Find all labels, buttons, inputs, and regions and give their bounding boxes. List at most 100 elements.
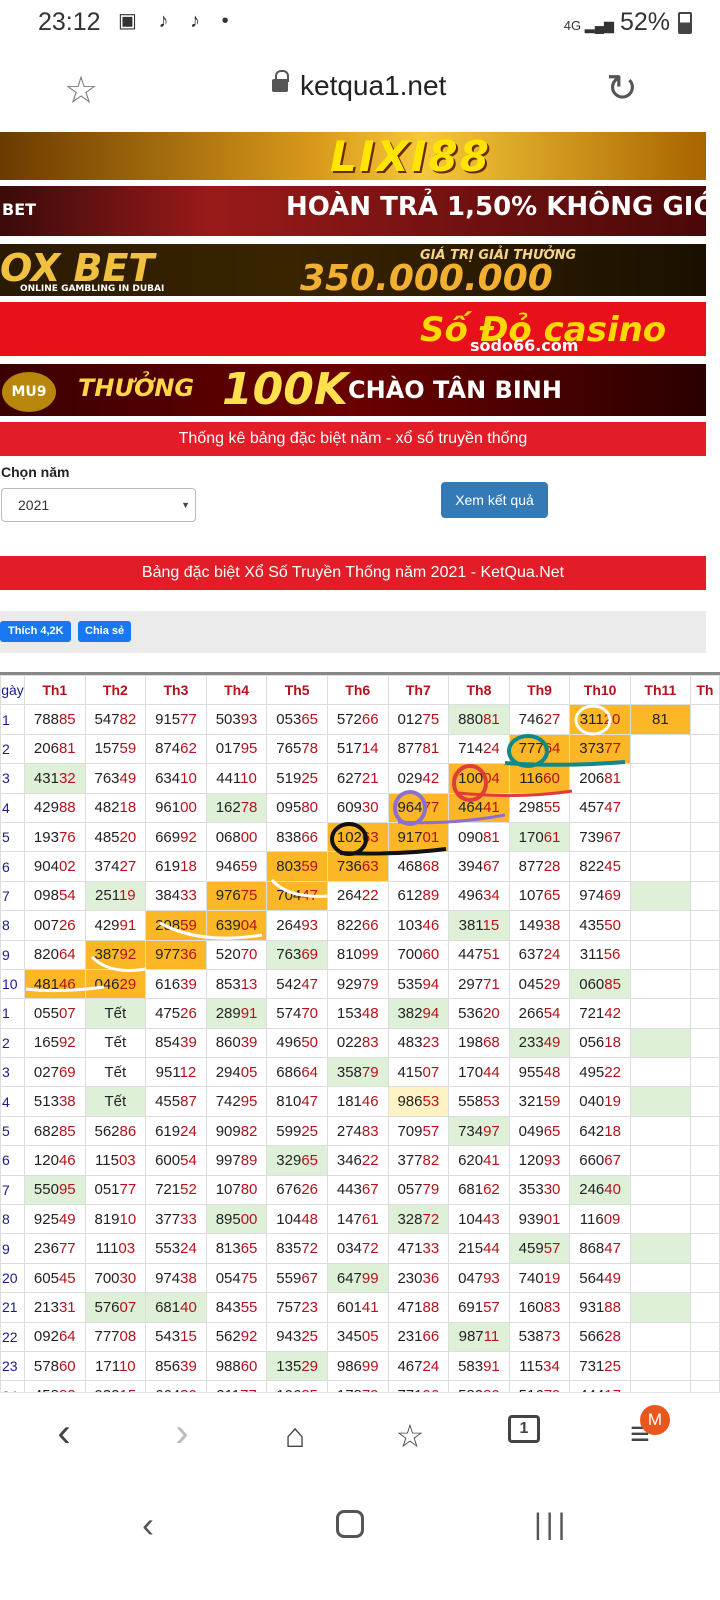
result-cell: 87728 xyxy=(508,851,571,882)
result-prefix: 459 xyxy=(518,1240,544,1258)
result-last-two: 48 xyxy=(301,1210,318,1228)
result-cell: 20681 xyxy=(23,733,86,765)
result-prefix: 092 xyxy=(33,1328,59,1346)
result-last-two: 46 xyxy=(361,1093,379,1111)
result-prefix: 819 xyxy=(94,1210,120,1228)
result-cell xyxy=(629,1057,691,1088)
fb-share-button[interactable]: Chia sẻ xyxy=(78,621,132,642)
result-last-two: 24 xyxy=(180,1240,197,1258)
result-prefix: 457 xyxy=(579,799,605,817)
result-cell: 46724 xyxy=(387,1350,450,1382)
result-last-two: 65 xyxy=(543,1122,561,1140)
result-last-two: 48 xyxy=(543,1063,561,1081)
result-last-two: 13 xyxy=(240,975,258,993)
result-last-two: 24 xyxy=(180,1122,197,1140)
result-cell: 56286 xyxy=(84,1115,147,1147)
result-cell: 57607 xyxy=(84,1292,147,1323)
table-row: 1 78885 54782 91577 50393 05365 57266 01275 8808… xyxy=(0,704,720,735)
result-last-two: 81 xyxy=(58,740,76,758)
result-cell: 54315 xyxy=(145,1321,207,1352)
home-icon[interactable]: ⌂ xyxy=(265,1417,325,1456)
result-last-two: 67 xyxy=(604,1151,621,1169)
result-last-two: 55 xyxy=(543,799,561,817)
result-prefix: 311 xyxy=(579,946,604,964)
chevron-down-icon: ▼ xyxy=(181,500,190,510)
result-cell: 81910 xyxy=(84,1204,147,1235)
result-cell: 10443 xyxy=(448,1204,510,1235)
result-cell: 66992 xyxy=(145,821,207,853)
result-cell xyxy=(629,880,691,912)
result-cell xyxy=(629,1292,691,1323)
star-icon[interactable]: ☆ xyxy=(64,68,98,113)
result-cell: 12046 xyxy=(23,1145,86,1176)
banner-lixi88[interactable]: LIXI88 xyxy=(0,132,706,180)
reload-icon[interactable]: ↻ xyxy=(606,66,638,111)
day-cell: 4 xyxy=(0,1086,25,1117)
result-cell: 46441 xyxy=(448,792,510,823)
result-last-two: 47 xyxy=(301,887,318,905)
result-cell: 11503 xyxy=(84,1145,147,1176)
banner-oxbet[interactable]: OX BET ONLINE GAMBLING IN DUBAI GIÁ TRỊ … xyxy=(0,244,706,296)
year-select[interactable]: 2021 ▼ xyxy=(1,488,196,522)
result-cell: 63904 xyxy=(205,910,268,941)
result-cell: 25119 xyxy=(84,880,147,912)
result-cell: 34622 xyxy=(326,1145,389,1176)
result-cell: 93901 xyxy=(508,1204,571,1235)
result-prefix: 854 xyxy=(155,1034,181,1052)
facebook-strip: Thích 4,2K Chia sẻ xyxy=(0,611,706,653)
day-cell: 8 xyxy=(0,910,25,941)
table-row: 20 60545 70030 97438 05475 55967 64799 23036 047… xyxy=(0,1262,720,1294)
result-cell: 38792 xyxy=(84,939,147,970)
result-cell xyxy=(689,1145,720,1176)
result-cell xyxy=(689,1380,720,1392)
result-prefix: 880 xyxy=(458,711,484,729)
result-last-two: 07 xyxy=(119,1298,137,1316)
result-last-two: 45 xyxy=(58,1269,76,1287)
result-prefix: 482 xyxy=(94,799,120,817)
result-prefix: 007 xyxy=(33,916,59,934)
fb-like-button[interactable]: Thích 4,2K xyxy=(0,621,71,642)
result-last-two: 25 xyxy=(301,1328,318,1346)
result-prefix: 600 xyxy=(155,1151,181,1169)
result-last-two: 30 xyxy=(543,1181,561,1199)
day-cell: 5 xyxy=(0,1115,25,1147)
result-cell: 64218 xyxy=(569,1115,631,1147)
system-back-icon[interactable]: ‹ xyxy=(142,1504,154,1546)
banner-sodo[interactable]: Số Đỏ casino sodo66.com xyxy=(0,302,706,356)
results-table-container[interactable]: gày Th1 Th2 Th3 Th4 Th5 Th6 Th7 Th8 Th9 Th10 Th11 Th… xyxy=(0,672,720,1392)
result-prefix: 647 xyxy=(336,1269,362,1287)
back-icon[interactable]: ‹ xyxy=(34,1411,94,1456)
result-cell: 23349 xyxy=(508,1027,571,1059)
result-prefix: 047 xyxy=(458,1269,484,1287)
result-cell: 04019 xyxy=(569,1086,631,1117)
system-home-icon[interactable] xyxy=(336,1510,364,1538)
url-text[interactable]: ketqua1.net xyxy=(300,70,446,102)
profile-badge[interactable]: M xyxy=(640,1405,670,1435)
result-prefix: 441 xyxy=(216,769,241,787)
banner-hoan-tra[interactable]: BET HOÀN TRẢ 1,50% KHÔNG GIỚI xyxy=(0,186,706,236)
result-prefix: 107 xyxy=(215,1181,241,1199)
banner-mu9[interactable]: MU9 THƯỞNG 100K CHÀO TÂN BINH xyxy=(0,364,706,416)
result-cell: 76349 xyxy=(84,763,147,794)
result-last-two: 19 xyxy=(543,1269,561,1287)
system-nav-bar: ‹ ||| xyxy=(0,1480,720,1600)
result-prefix: 576 xyxy=(94,1298,120,1316)
result-last-two: 81 xyxy=(422,740,440,758)
result-last-two: 38 xyxy=(180,1269,197,1287)
forward-icon[interactable]: › xyxy=(152,1411,212,1456)
result-last-two: 03 xyxy=(118,1151,136,1169)
view-results-button[interactable]: Xem kết quả xyxy=(441,482,548,518)
result-last-two: 81 xyxy=(604,769,621,787)
result-last-two: 88 xyxy=(58,799,76,817)
tabs-icon[interactable]: 1 xyxy=(508,1415,540,1443)
system-recents-icon[interactable]: ||| xyxy=(534,1508,569,1542)
bookmarks-icon[interactable]: ☆ xyxy=(380,1417,440,1455)
result-last-two: 41 xyxy=(361,1298,379,1316)
result-cell: 38294 xyxy=(387,998,450,1029)
result-cell: 73125 xyxy=(569,1350,631,1382)
result-cell: 85439 xyxy=(145,1027,207,1059)
result-prefix: 382 xyxy=(397,1004,423,1022)
result-prefix: 415 xyxy=(397,1063,423,1081)
year-select-value: 2021 xyxy=(18,497,50,513)
result-last-two: 66 xyxy=(422,1328,440,1346)
